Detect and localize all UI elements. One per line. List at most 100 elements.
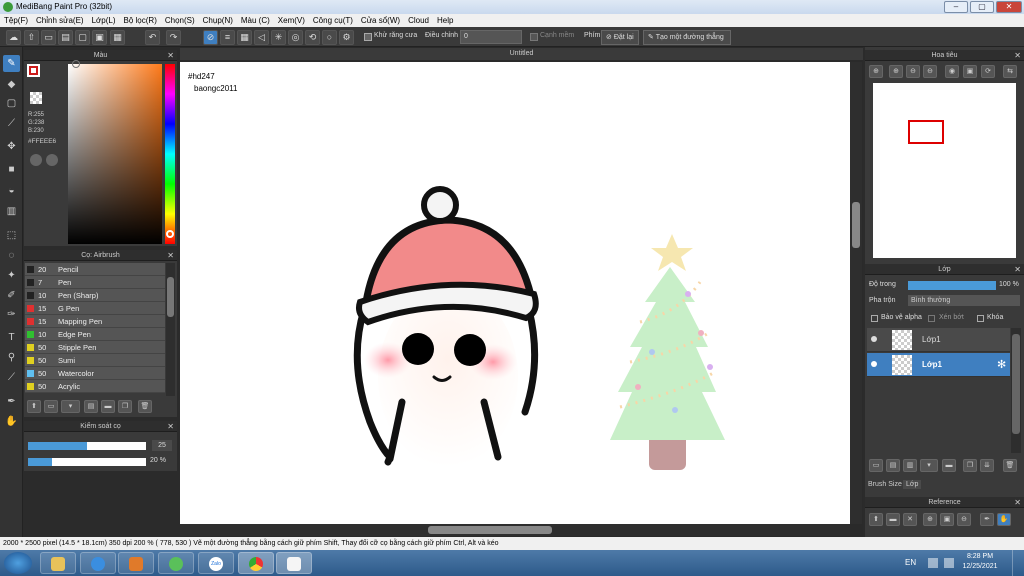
brush-item[interactable]: 15 G Pen — [25, 302, 165, 315]
rotate-icon[interactable]: ⟳ — [981, 65, 995, 78]
magic-wand-icon[interactable]: ✦ — [3, 267, 20, 284]
hand-tool-icon[interactable]: ✋ — [3, 413, 20, 430]
fill-tool-icon[interactable]: ◒ — [3, 182, 20, 199]
ref-close-icon[interactable]: ✕ — [903, 513, 917, 526]
eyedropper-icon[interactable]: ✒ — [3, 393, 20, 410]
lock-checkbox[interactable] — [977, 315, 984, 322]
horizontal-scrollbar[interactable] — [180, 524, 850, 536]
new-file-icon[interactable]: ▭ — [41, 30, 56, 45]
ref-fit-icon[interactable]: ▣ — [940, 513, 954, 526]
close-panel-icon[interactable]: ✕ — [1014, 50, 1021, 61]
protect-alpha-checkbox[interactable] — [871, 315, 878, 322]
brush-item[interactable]: 7 Pen — [25, 276, 165, 289]
flip-icon[interactable]: ⇆ — [1003, 65, 1017, 78]
menu-window[interactable]: Cửa sổ(W) — [357, 16, 404, 25]
layer-menu-icon[interactable]: ▾ — [920, 459, 938, 472]
fit-screen-icon[interactable]: ◉ — [945, 65, 959, 78]
clipping-checkbox[interactable] — [928, 315, 935, 322]
menu-layer[interactable]: Lớp(L) — [88, 16, 120, 25]
select-tool-icon[interactable]: ⬚ — [3, 227, 20, 244]
settings-snap-icon[interactable]: ⚙ — [339, 30, 354, 45]
parallel-snap-icon[interactable]: ≡ — [220, 30, 235, 45]
radial-snap-icon[interactable]: ✳ — [271, 30, 286, 45]
move-tool-icon[interactable]: ✥ — [3, 138, 20, 155]
horizontal-scroll-thumb[interactable] — [428, 526, 552, 534]
gear-icon[interactable]: ✻ — [997, 358, 1006, 371]
brush-item[interactable]: 10 Pen (Sharp) — [25, 289, 165, 302]
color-wheel-icon[interactable] — [46, 154, 58, 166]
transparent-swatch[interactable] — [30, 92, 42, 104]
new-8bit-layer-icon[interactable]: ▥ — [903, 459, 917, 472]
close-panel-icon[interactable]: ✕ — [1014, 497, 1021, 508]
menu-view[interactable]: Xem(V) — [274, 16, 309, 25]
ref-hand-icon[interactable]: ✋ — [997, 513, 1011, 526]
layer-scrollbar[interactable] — [1011, 328, 1021, 453]
eraser-tool-icon[interactable]: ◆ — [3, 76, 20, 93]
chat-icon[interactable]: ▢ — [75, 30, 90, 45]
ref-eyedropper-icon[interactable]: ✒ — [980, 513, 994, 526]
no-snap-icon[interactable]: ⊘ — [203, 30, 218, 45]
close-panel-icon[interactable]: ✕ — [167, 421, 174, 432]
taskbar-chrome[interactable] — [238, 552, 274, 574]
straight-line-button[interactable]: ✎ Tạo một đường thẳng — [643, 30, 731, 45]
taskbar-explorer[interactable] — [40, 552, 76, 574]
minimize-button[interactable]: – — [944, 1, 968, 13]
visibility-icon[interactable] — [871, 361, 877, 367]
taskbar-media[interactable] — [118, 552, 154, 574]
document-tab[interactable]: Untitled — [180, 48, 863, 60]
menu-color[interactable]: Màu (C) — [237, 16, 274, 25]
brush-size-slider[interactable] — [28, 442, 146, 450]
delete-brush-icon[interactable]: 🗑 — [138, 400, 152, 413]
new-brush-icon[interactable]: ▭ — [44, 400, 58, 413]
layer-opacity-slider[interactable] — [908, 281, 996, 290]
brush-item[interactable]: 50 Sumi — [25, 354, 165, 367]
menu-select[interactable]: Chọn(S) — [161, 16, 199, 25]
taskbar-app-green[interactable] — [158, 552, 194, 574]
divide-tool-icon[interactable]: ⟋ — [3, 369, 20, 386]
taskbar-zalo[interactable]: Zalo — [198, 552, 234, 574]
text-tool-icon[interactable]: T — [3, 329, 20, 346]
ellipse-snap-icon[interactable]: ○ — [322, 30, 337, 45]
soft-edge-checkbox[interactable] — [530, 33, 538, 41]
layer-folder-icon[interactable]: ▬ — [942, 459, 956, 472]
menu-file[interactable]: Tệp(F) — [0, 16, 32, 25]
brush-item[interactable]: 20 Pencil — [25, 263, 165, 276]
tab-layer[interactable]: Lớp — [903, 480, 922, 489]
zoom-in-icon[interactable]: ⊕ — [869, 65, 883, 78]
brush-item[interactable]: 10 Edge Pen — [25, 328, 165, 341]
grid-snap-icon[interactable]: ▦ — [237, 30, 252, 45]
close-panel-icon[interactable]: ✕ — [167, 250, 174, 261]
taskbar-ie[interactable] — [80, 552, 116, 574]
network-icon[interactable] — [944, 558, 954, 568]
brush-tool-icon[interactable]: ✎ — [3, 55, 20, 72]
menu-help[interactable]: Help — [433, 16, 457, 25]
navigator-preview[interactable] — [873, 83, 1016, 258]
visibility-icon[interactable] — [871, 336, 877, 342]
copy-brush-icon[interactable]: ❐ — [118, 400, 132, 413]
folder-icon[interactable]: ▬ — [101, 400, 115, 413]
tray-icon[interactable] — [928, 558, 938, 568]
show-desktop-button[interactable] — [1012, 550, 1024, 576]
primary-color-swatch[interactable] — [27, 64, 40, 77]
tab-brush-size[interactable]: Brush Size — [868, 481, 902, 488]
grid-icon[interactable]: ▦ — [110, 30, 125, 45]
dot-tool-icon[interactable]: ▢ — [3, 95, 20, 112]
antialias-checkbox[interactable] — [364, 33, 372, 41]
brush-opacity-slider[interactable] — [28, 458, 146, 466]
maximize-button[interactable]: ▢ — [970, 1, 994, 13]
ref-upload-icon[interactable]: ⬆ — [869, 513, 883, 526]
brush-item[interactable]: 15 Mapping Pen — [25, 315, 165, 328]
lasso-tool-icon[interactable]: ◌ — [3, 247, 20, 264]
operation-tool-icon[interactable]: ⚲ — [3, 349, 20, 366]
new-halftone-layer-icon[interactable]: ▤ — [886, 459, 900, 472]
ref-zoom-in-icon[interactable]: ⊕ — [923, 513, 937, 526]
delete-layer-icon[interactable]: 🗑 — [1003, 459, 1017, 472]
hue-slider[interactable] — [165, 64, 175, 244]
menu-snap[interactable]: Chụp(N) — [199, 16, 237, 25]
reset-button[interactable]: ⊘ Đặt lại — [601, 30, 639, 45]
merge-layer-icon[interactable]: ⇊ — [980, 459, 994, 472]
close-button[interactable]: ✕ — [996, 1, 1022, 13]
menu-cloud[interactable]: Cloud — [404, 16, 433, 25]
brush-settings-icon[interactable]: ▤ — [84, 400, 98, 413]
add-brush-icon[interactable]: ⬆ — [27, 400, 41, 413]
